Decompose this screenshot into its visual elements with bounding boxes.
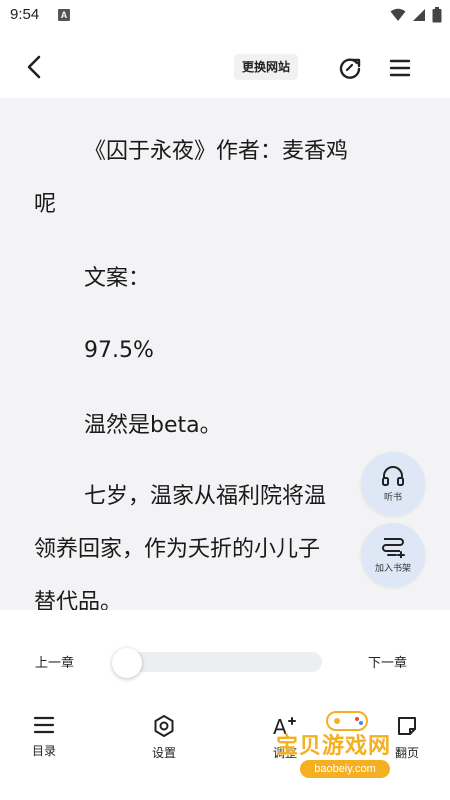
- switch-site-button[interactable]: 更换网站: [234, 54, 299, 80]
- add-to-shelf-button[interactable]: 加入书架: [361, 523, 425, 587]
- listen-label: 听书: [383, 493, 402, 503]
- hamburger-icon: [389, 59, 411, 77]
- wifi-icon: [390, 8, 406, 21]
- listen-button[interactable]: 听书: [361, 452, 425, 516]
- nav-toc-label: 目录: [31, 744, 56, 758]
- text-line: 呢: [34, 192, 57, 217]
- page-turn-icon: [398, 717, 416, 735]
- text-line: 《囚于永夜》作者：麦香鸡: [84, 139, 349, 164]
- text-line: 97.5%: [84, 338, 154, 363]
- text-line: 替代品。: [34, 590, 123, 610]
- status-bar: 9:54 A: [0, 0, 450, 32]
- svg-text:A: A: [273, 715, 287, 738]
- nav-font-label: 调整: [272, 746, 297, 760]
- settings-icon: [154, 715, 174, 737]
- menu-button[interactable]: [386, 54, 414, 82]
- nav-settings-label: 设置: [151, 746, 176, 760]
- list-icon: [33, 716, 55, 734]
- back-button[interactable]: [20, 52, 50, 82]
- chevron-left-icon: [27, 55, 41, 79]
- prev-chapter-button[interactable]: 上一章: [35, 652, 74, 671]
- nav-page-turn[interactable]: 翻页: [377, 714, 437, 761]
- bottom-panel: 上一章 下一章 目录 设置 A 调整 翻页: [0, 610, 450, 800]
- nav-page-turn-label: 翻页: [394, 746, 419, 760]
- text-line: 文案：: [84, 266, 151, 291]
- slider-thumb[interactable]: [112, 648, 142, 678]
- font-size-icon: A: [273, 715, 296, 738]
- notification-icon: A: [58, 9, 70, 21]
- battery-icon: [432, 7, 442, 23]
- refresh-icon: [339, 58, 361, 79]
- bookshelf-add-icon: [382, 538, 405, 558]
- nav-font[interactable]: A 调整: [255, 714, 315, 761]
- headphones-icon: [382, 466, 404, 486]
- top-toolbar: 更换网站: [0, 32, 450, 98]
- refresh-button[interactable]: [336, 54, 364, 82]
- next-chapter-button[interactable]: 下一章: [368, 652, 407, 671]
- text-line: 温然是beta。: [84, 413, 222, 438]
- status-time: 9:54: [10, 6, 40, 23]
- add-to-shelf-label: 加入书架: [374, 564, 411, 574]
- status-indicators: [390, 7, 442, 23]
- chapter-progress-slider[interactable]: [114, 652, 322, 672]
- nav-toc[interactable]: 目录: [14, 714, 74, 759]
- signal-icon: [413, 9, 425, 21]
- nav-settings[interactable]: 设置: [134, 714, 194, 761]
